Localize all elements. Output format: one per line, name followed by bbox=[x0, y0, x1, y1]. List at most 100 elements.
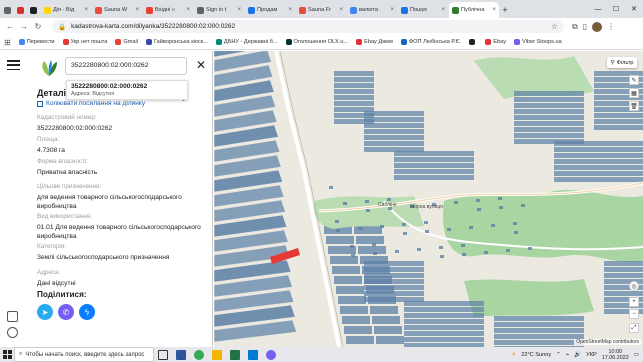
land-parcel[interactable] bbox=[604, 267, 643, 272]
filter-button[interactable]: ⚲ Фільтр bbox=[607, 57, 637, 68]
tab-close-icon[interactable]: × bbox=[441, 7, 445, 13]
map-attribution[interactable]: OpenStreetMap contributors bbox=[574, 339, 641, 345]
zoom-in-button[interactable]: + bbox=[629, 297, 639, 307]
land-parcel[interactable] bbox=[404, 331, 484, 336]
files-app-icon[interactable] bbox=[208, 347, 226, 362]
menu-dots-icon[interactable]: ⋮ bbox=[607, 22, 615, 31]
fullscreen-icon[interactable]: ⤢ bbox=[629, 323, 639, 333]
land-parcel[interactable] bbox=[346, 336, 374, 344]
taskbar-search-input[interactable]: ⌕ Чтобы начать поиск, введите здесь запр… bbox=[14, 347, 154, 362]
bookmark-item[interactable]: Гайворонська кіоск... bbox=[145, 39, 208, 45]
land-parcel[interactable] bbox=[376, 336, 404, 344]
land-parcel[interactable] bbox=[332, 266, 360, 274]
land-parcel[interactable] bbox=[494, 328, 584, 333]
land-parcel[interactable] bbox=[554, 171, 643, 176]
land-parcel[interactable] bbox=[340, 306, 368, 314]
land-parcel[interactable] bbox=[494, 322, 584, 327]
word-app-icon[interactable] bbox=[172, 347, 190, 362]
clock[interactable]: 10:00 17.06.2022 bbox=[602, 349, 629, 361]
bookmark-item[interactable]: Gmail bbox=[115, 39, 138, 45]
land-parcel[interactable] bbox=[404, 319, 484, 324]
bookmark-item[interactable]: ФОП Любінська Р.Є. bbox=[400, 39, 461, 45]
land-parcel[interactable] bbox=[358, 246, 386, 254]
forward-icon[interactable]: → bbox=[18, 21, 30, 33]
land-parcel[interactable] bbox=[594, 119, 643, 124]
browser-tab[interactable] bbox=[28, 2, 40, 18]
land-parcel[interactable] bbox=[364, 129, 424, 134]
map-canvas[interactable] bbox=[214, 51, 643, 347]
land-parcel[interactable] bbox=[554, 147, 643, 152]
land-parcel[interactable] bbox=[374, 326, 402, 334]
sidepanel-icon[interactable]: ▯ bbox=[583, 22, 587, 31]
close-window-button[interactable]: ✕ bbox=[625, 0, 643, 18]
land-parcel[interactable] bbox=[514, 127, 584, 132]
tab-close-icon[interactable]: × bbox=[237, 7, 241, 13]
close-icon[interactable]: ✕ bbox=[196, 59, 206, 71]
notifications-icon[interactable]: ▭ bbox=[634, 352, 639, 358]
apps-grid-icon[interactable]: ⊞ bbox=[4, 38, 11, 47]
profile-avatar[interactable] bbox=[592, 21, 603, 32]
browser-tab[interactable]: Sauna Fr × bbox=[296, 2, 346, 18]
land-parcel[interactable] bbox=[514, 109, 584, 114]
land-parcel[interactable] bbox=[334, 89, 374, 94]
browser-tab[interactable]: Вхідні « × bbox=[143, 2, 193, 18]
land-parcel[interactable] bbox=[336, 286, 364, 294]
layers-icon[interactable]: ▦ bbox=[629, 88, 639, 98]
land-parcel[interactable] bbox=[364, 273, 424, 278]
support-icon[interactable] bbox=[7, 327, 18, 338]
land-parcel[interactable] bbox=[554, 153, 643, 158]
bookmark-item[interactable]: Укр нет пошта bbox=[62, 39, 107, 45]
land-parcel[interactable] bbox=[514, 121, 584, 126]
browser-tab[interactable]: Пошук × bbox=[398, 2, 448, 18]
extensions-icon[interactable]: ⧉ bbox=[572, 22, 578, 32]
tab-close-icon[interactable]: × bbox=[135, 7, 139, 13]
land-parcel[interactable] bbox=[334, 107, 374, 112]
hamburger-menu-icon[interactable] bbox=[7, 60, 20, 70]
tray-arrow-icon[interactable]: ⌃ bbox=[556, 352, 561, 358]
bookmark-item[interactable]: Ebay Джем bbox=[356, 39, 393, 45]
land-parcel[interactable] bbox=[344, 326, 372, 334]
reload-icon[interactable]: ↻ bbox=[32, 21, 44, 33]
land-parcel[interactable] bbox=[514, 91, 584, 96]
land-parcel[interactable] bbox=[594, 113, 643, 118]
photos-app-icon[interactable] bbox=[244, 347, 262, 362]
land-parcel[interactable] bbox=[404, 301, 484, 306]
browser-tab[interactable] bbox=[15, 2, 27, 18]
land-parcel[interactable] bbox=[334, 83, 374, 88]
browser-tab[interactable] bbox=[2, 2, 14, 18]
land-parcel[interactable] bbox=[494, 316, 584, 321]
land-parcel[interactable] bbox=[364, 285, 424, 290]
land-parcel[interactable] bbox=[494, 334, 584, 339]
browser-tab[interactable]: Дія - Від × bbox=[41, 2, 91, 18]
land-parcel[interactable] bbox=[404, 325, 484, 330]
land-parcel[interactable] bbox=[334, 113, 374, 118]
land-parcel[interactable] bbox=[334, 119, 374, 124]
land-parcel[interactable] bbox=[356, 236, 384, 244]
tab-close-icon[interactable]: × bbox=[339, 7, 343, 13]
share-network-icon[interactable] bbox=[7, 311, 18, 322]
tab-close-icon[interactable]: × bbox=[186, 7, 190, 13]
land-parcel[interactable] bbox=[334, 95, 374, 100]
draw-icon[interactable]: ✎ bbox=[629, 75, 639, 85]
land-parcel[interactable] bbox=[394, 163, 474, 168]
site-logo[interactable] bbox=[39, 58, 59, 78]
land-parcel[interactable] bbox=[594, 125, 643, 130]
bookmark-star-icon[interactable]: ☆ bbox=[551, 22, 558, 31]
task-view-icon[interactable] bbox=[154, 347, 172, 362]
excel-app-icon[interactable] bbox=[226, 347, 244, 362]
land-parcel[interactable] bbox=[334, 101, 374, 106]
search-suggestion[interactable]: 3522280800:02:000:0262 Адреса: Відсутня bbox=[66, 80, 188, 100]
cadastral-search-input[interactable]: 3522280800:02:000:0262 bbox=[65, 57, 187, 75]
land-parcel[interactable] bbox=[604, 291, 643, 296]
land-parcel[interactable] bbox=[604, 273, 643, 278]
land-parcel[interactable] bbox=[394, 169, 474, 174]
bookmark-item[interactable]: Оголошення OLX.u... bbox=[285, 39, 348, 45]
minimize-button[interactable]: — bbox=[589, 0, 607, 18]
bookmark-item[interactable] bbox=[469, 39, 477, 45]
land-parcel[interactable] bbox=[404, 313, 484, 318]
land-parcel[interactable] bbox=[394, 157, 474, 162]
tab-close-icon[interactable]: × bbox=[84, 7, 88, 13]
volume-icon[interactable]: 🔊 bbox=[574, 352, 581, 358]
bookmark-item[interactable]: Viber Stoops.ua bbox=[514, 39, 562, 45]
land-parcel[interactable] bbox=[364, 279, 424, 284]
